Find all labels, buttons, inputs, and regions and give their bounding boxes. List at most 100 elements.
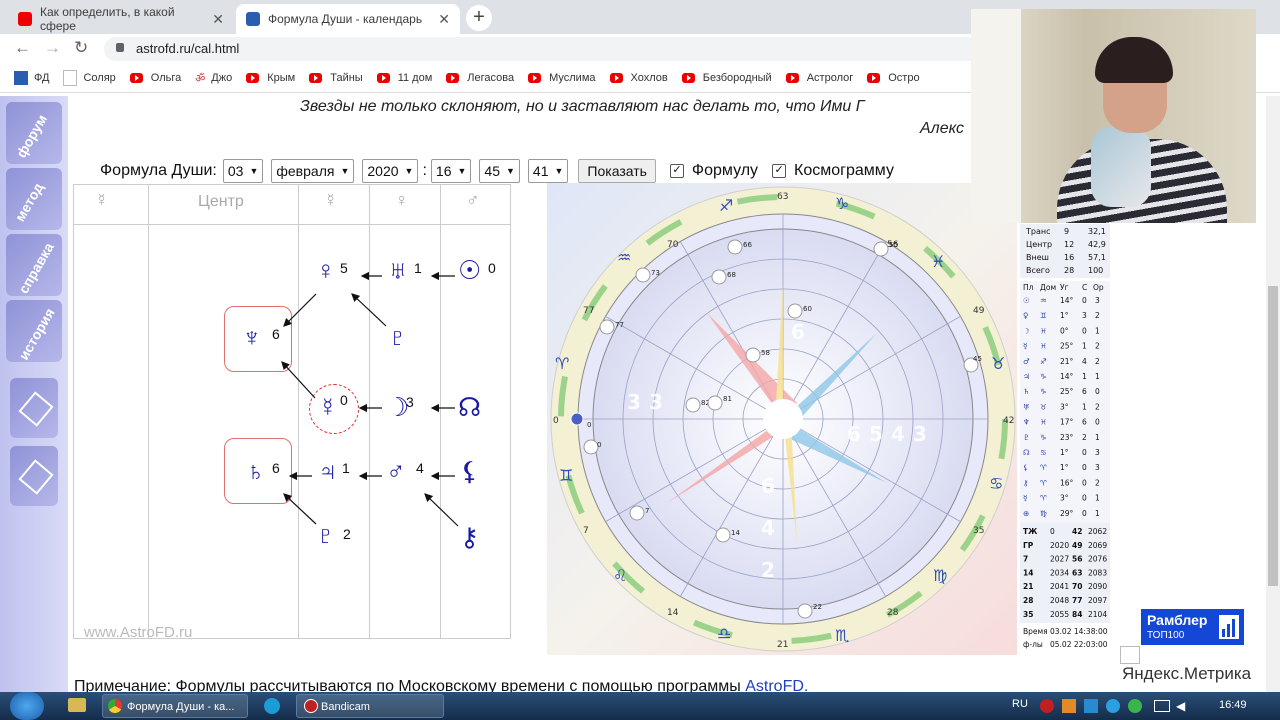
- network-icon[interactable]: [1154, 700, 1170, 712]
- planet-table-cell: ♍: [1040, 509, 1047, 518]
- bookmark-khokhlov[interactable]: Хохлов: [609, 72, 668, 84]
- taskbar-label: Bandicam: [321, 701, 370, 713]
- explorer-icon[interactable]: [68, 698, 86, 712]
- sign-pisces: ♓: [931, 252, 945, 271]
- chrome-icon: [108, 699, 122, 713]
- degree-label: 70: [667, 240, 679, 250]
- stat-value: 9: [1064, 227, 1069, 236]
- language-indicator[interactable]: RU: [1012, 698, 1028, 710]
- degree-label: 0: [553, 416, 559, 426]
- planet-label: 58: [761, 349, 770, 357]
- bookmark-muslima[interactable]: Муслима: [528, 72, 596, 84]
- planet-table-cell: 17°: [1060, 418, 1074, 427]
- planet-table-cell: 1°: [1060, 463, 1069, 472]
- degree-label: 77: [583, 306, 594, 316]
- degree-label: 7: [583, 526, 589, 536]
- clock[interactable]: 16:49: [1219, 699, 1247, 711]
- show-button[interactable]: Показать: [578, 159, 656, 183]
- planet-table-cell: 1: [1082, 402, 1087, 411]
- planet-label: 81: [723, 395, 732, 403]
- taskbar-chrome[interactable]: Формула Души - ка...: [102, 694, 248, 718]
- bandicam-tray-icon[interactable]: [1040, 699, 1054, 713]
- scrollbar-track[interactable]: [1266, 96, 1280, 692]
- skype-icon[interactable]: [264, 698, 280, 714]
- planet-table-cell: 4: [1082, 357, 1087, 366]
- sign-capricorn: ♑: [835, 194, 849, 213]
- youtube-icon: [681, 73, 695, 83]
- planet-table-cell: 0°: [1060, 326, 1069, 335]
- planet-label: 77: [615, 321, 624, 329]
- planet-table-cell: ♊: [1040, 311, 1047, 320]
- skype-tray-icon[interactable]: [1106, 699, 1120, 713]
- bookmark-label: Муслима: [549, 72, 596, 84]
- sign-leo: ♌: [613, 566, 627, 585]
- scrollbar-thumb[interactable]: [1268, 286, 1278, 586]
- sign-virgo: ♍: [933, 566, 947, 585]
- planet-table-cell: ♄: [1023, 387, 1030, 396]
- planet-table-cell: 1: [1095, 509, 1100, 518]
- start-button[interactable]: [10, 692, 44, 720]
- planet-table-cell: 0: [1095, 418, 1100, 427]
- youtube-icon: [528, 73, 542, 83]
- years-table: ТЖ 0 42 2062 ГР 2020 49 2069 7 2027 56 2076 14 2034 63…: [1020, 523, 1110, 623]
- rambler-top100-badge[interactable]: Рамблер ТОП100: [1141, 609, 1244, 645]
- planet-table-cell: ♓: [1040, 418, 1047, 427]
- planet-table-cell: 6: [1082, 418, 1087, 427]
- planet-table-cell: ♃: [1023, 372, 1030, 381]
- stat-value: 16: [1064, 253, 1074, 262]
- second-select[interactable]: 41 ▼: [527, 159, 569, 183]
- sign-scorpio: ♏: [835, 626, 849, 645]
- dropdown-arrow-icon: ▼: [554, 166, 564, 176]
- time-label: Время: [1023, 627, 1048, 636]
- planet-table-cell: 3: [1095, 448, 1100, 457]
- planet-table-cell: 0: [1082, 494, 1087, 503]
- bookmark-label: Астролог: [806, 72, 854, 84]
- planet-table-cell: ♒: [1040, 296, 1047, 305]
- year-table-cell: 2062: [1088, 527, 1107, 536]
- webcam-overlay: [971, 9, 1256, 223]
- year-table-cell: 0: [1050, 527, 1055, 536]
- security-icon[interactable]: [1128, 699, 1142, 713]
- tray-icon[interactable]: [1062, 699, 1076, 713]
- sign-aries: ♈: [555, 354, 569, 373]
- youtube-icon: [867, 73, 881, 83]
- cosmogram[interactable]: ♐ ♑ ♒ ♓ ♈ ♉ ♊ ♋ ♌ ♍ ♎ ♏ 63 70 77 0 7 14 …: [547, 183, 1017, 655]
- year-table-cell: 2076: [1088, 555, 1107, 564]
- bookmark-label: Хохлов: [630, 72, 668, 84]
- planet-table-cell: 1: [1095, 326, 1100, 335]
- planet-table-cell: ♉: [1040, 402, 1047, 411]
- planet-table-cell: ♋: [1040, 448, 1047, 457]
- planet-table-cell: 2: [1095, 478, 1100, 487]
- column-header: Ор: [1093, 283, 1104, 292]
- year-table-cell: 2041: [1050, 582, 1069, 591]
- bookmark-bezborodny[interactable]: Безбородный: [681, 72, 772, 84]
- planets-table: Пл Дом Уг С Ор ☉ ♒ 14° 0 3♀ ♊ 1° 3 2☽ ♓ 0° 0 1☿ ♓ 25° 1 2♂ ♐ 2…: [1020, 281, 1110, 523]
- bookmark-astrolog[interactable]: Астролог: [785, 72, 854, 84]
- planet-table-cell: 21°: [1060, 357, 1074, 366]
- year-table-cell: 21: [1023, 582, 1033, 591]
- year-table-cell: 2020: [1050, 541, 1069, 550]
- planet-table-cell: ⚷: [1023, 478, 1029, 487]
- planet-table-cell: ♅: [1023, 402, 1030, 411]
- bookmark-ostro[interactable]: Остро: [867, 72, 920, 84]
- taskbar-bandicam[interactable]: Bandicam: [296, 694, 444, 718]
- cosmogram-checkbox[interactable]: ✓: [772, 164, 787, 178]
- formula-checkbox[interactable]: ✓: [669, 164, 684, 178]
- planet-label: 0: [587, 421, 591, 429]
- planet-table-cell: ♑: [1040, 372, 1047, 381]
- yandex-metrika-label[interactable]: Яндекс.Метрика: [1122, 664, 1251, 684]
- degree-label: 63: [777, 192, 788, 202]
- ring-number: 4: [761, 516, 775, 540]
- bookmark-label: Безбородный: [702, 72, 772, 84]
- year-table-cell: 42: [1072, 527, 1082, 536]
- planet-table-cell: 2: [1095, 311, 1100, 320]
- stat-value: 28: [1064, 266, 1074, 275]
- stat-value: 32,1: [1088, 227, 1106, 236]
- sign-gemini: ♊: [559, 466, 573, 485]
- volume-icon[interactable]: ◀: [1176, 699, 1185, 713]
- cosmogram-checkbox-label: Космограмму: [794, 162, 894, 179]
- planet-label: 22: [813, 603, 822, 611]
- planet-table-cell: 1°: [1060, 311, 1069, 320]
- planet-table-cell: 0: [1082, 509, 1087, 518]
- flag-icon[interactable]: [1084, 699, 1098, 713]
